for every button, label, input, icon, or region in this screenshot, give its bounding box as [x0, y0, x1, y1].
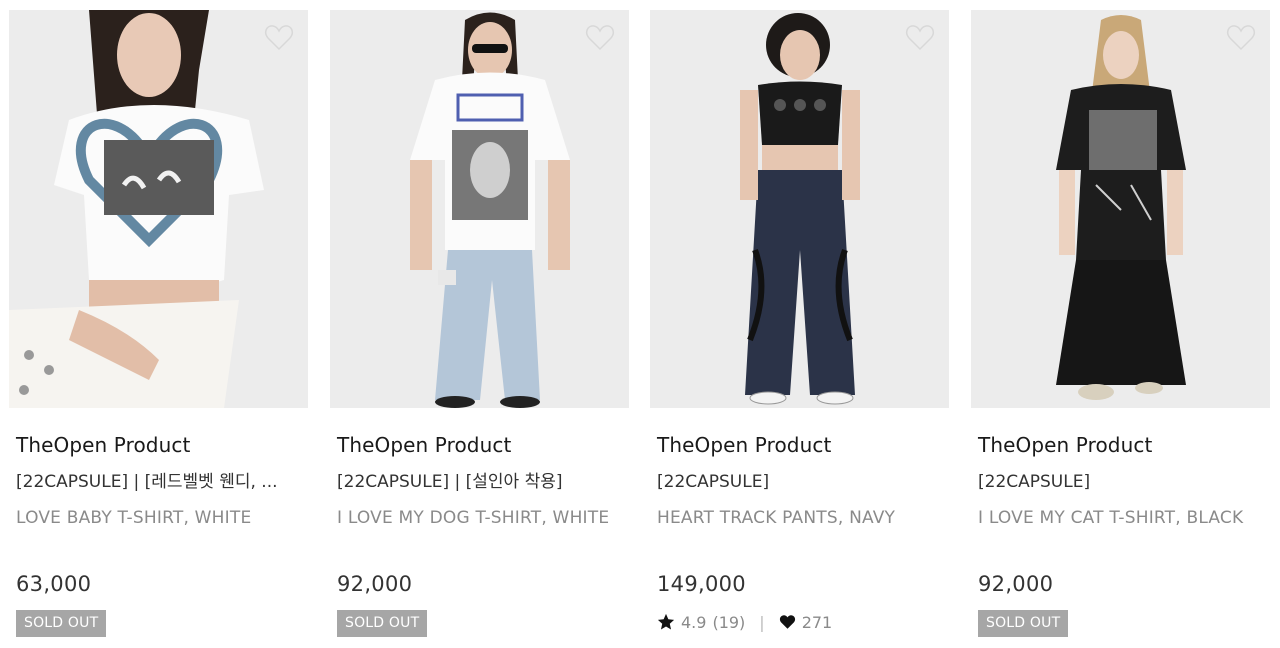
- model-photo-black-tee: [971, 10, 1270, 408]
- product-price: 92,000: [337, 572, 413, 596]
- product-name-line2[interactable]: HEART TRACK PANTS, NAVY: [657, 507, 949, 529]
- brand-name[interactable]: TheOpen Product: [978, 432, 1270, 458]
- heart-outline-icon[interactable]: [905, 24, 935, 52]
- product-name-line1[interactable]: [22CAPSULE]: [978, 471, 1258, 493]
- sold-out-badge: SOLD OUT: [978, 610, 1069, 637]
- product-stats: 4.9 (19) | 271: [657, 610, 832, 634]
- product-price: 149,000: [657, 572, 746, 596]
- heart-outline-icon[interactable]: [264, 24, 294, 52]
- product-name-line2[interactable]: LOVE BABY T-SHIRT, WHITE: [16, 507, 308, 529]
- model-photo-navy-pants: [650, 10, 949, 408]
- like-count: 271: [801, 612, 833, 632]
- product-image[interactable]: [650, 10, 949, 408]
- brand-name[interactable]: TheOpen Product: [657, 432, 949, 458]
- sold-out-badge: SOLD OUT: [16, 610, 107, 637]
- star-icon: [657, 613, 675, 630]
- sold-out-badge: SOLD OUT: [337, 610, 428, 637]
- product-card[interactable]: TheOpen Product [22CAPSULE] | [레드벨벳 웬디, …: [9, 10, 308, 637]
- review-count: (19): [712, 612, 746, 632]
- heart-filled-icon: [779, 615, 795, 629]
- rating-value: 4.9: [681, 612, 707, 632]
- product-image[interactable]: [9, 10, 308, 408]
- brand-name[interactable]: TheOpen Product: [16, 432, 308, 458]
- product-name-line1[interactable]: [22CAPSULE] | [레드벨벳 웬디, ...: [16, 471, 296, 493]
- product-price: 63,000: [16, 572, 92, 596]
- heart-outline-icon[interactable]: [585, 24, 615, 52]
- model-photo-dog-tee: [330, 10, 629, 408]
- product-card[interactable]: TheOpen Product [22CAPSULE] | [설인아 착용] I…: [330, 10, 629, 637]
- product-name-line2[interactable]: I LOVE MY DOG T-SHIRT, WHITE: [337, 507, 629, 529]
- product-card[interactable]: TheOpen Product [22CAPSULE] I LOVE MY CA…: [971, 10, 1270, 637]
- brand-name[interactable]: TheOpen Product: [337, 432, 629, 458]
- product-image[interactable]: [330, 10, 629, 408]
- product-price: 92,000: [978, 572, 1054, 596]
- product-name-line1[interactable]: [22CAPSULE]: [657, 471, 937, 493]
- divider: |: [759, 612, 765, 632]
- product-image[interactable]: [971, 10, 1270, 408]
- product-name-line1[interactable]: [22CAPSULE] | [설인아 착용]: [337, 471, 617, 493]
- product-grid: TheOpen Product [22CAPSULE] | [레드벨벳 웬디, …: [0, 0, 1280, 648]
- heart-outline-icon[interactable]: [1226, 24, 1256, 52]
- model-photo-white-tee: [9, 10, 308, 408]
- product-card[interactable]: TheOpen Product [22CAPSULE] HEART TRACK …: [650, 10, 949, 632]
- product-name-line2[interactable]: I LOVE MY CAT T-SHIRT, BLACK: [978, 507, 1270, 529]
